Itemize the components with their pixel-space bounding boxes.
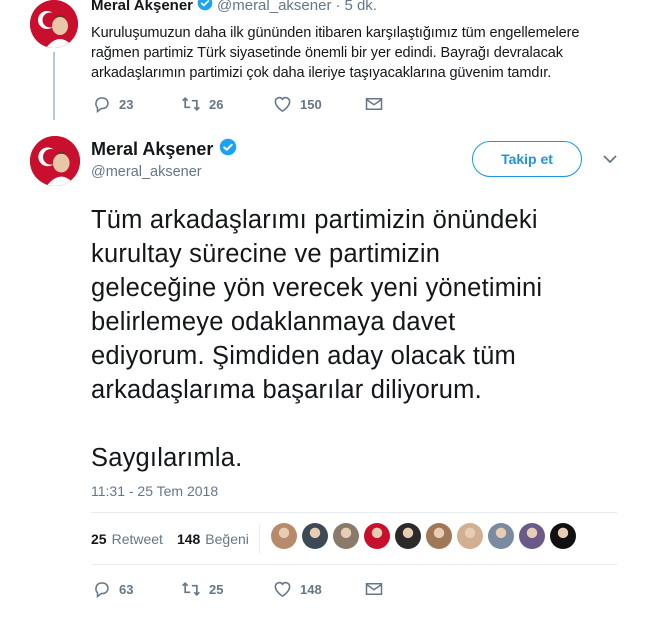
liker-avatar[interactable] bbox=[395, 523, 421, 549]
like-stat-count: 148 bbox=[176, 531, 201, 547]
tweet-text: Tüm arkadaşlarımı partimizin önündeki ku… bbox=[91, 203, 631, 475]
author-handle[interactable]: @meral_aksener bbox=[217, 0, 331, 14]
direct-message-button[interactable] bbox=[365, 96, 383, 112]
tweet-text-line: geleceğine yön verecek yeni yönetimini bbox=[91, 274, 543, 302]
engagement-stats: 25 Retweet 148 Beğeni bbox=[91, 524, 260, 554]
tweet-timestamp[interactable]: 11:31 - 25 Tem 2018 bbox=[91, 483, 218, 499]
tweet-text-line: arkadaşlarıma başarılar diliyorum. bbox=[91, 376, 482, 404]
retweet-stat-count: 25 bbox=[91, 531, 107, 547]
retweet-button[interactable]: 25 bbox=[181, 580, 245, 598]
reply-button[interactable]: 23 bbox=[93, 95, 153, 113]
reply-icon bbox=[95, 97, 109, 113]
divider bbox=[91, 564, 617, 565]
tweet-text: Kuruluşumuzun daha ilk gününden itibaren… bbox=[91, 23, 611, 83]
tweet-actions: 23 26 150 bbox=[93, 95, 411, 113]
liker-avatar[interactable] bbox=[426, 523, 452, 549]
author-name[interactable]: Meral Akşener bbox=[91, 0, 193, 14]
envelope-icon bbox=[365, 98, 383, 110]
tweet-actions: 63 25 148 bbox=[93, 580, 411, 598]
separator-dot: · bbox=[335, 0, 341, 14]
thread-connector-line bbox=[53, 52, 55, 120]
like-stat-label: Beğeni bbox=[205, 531, 249, 547]
liker-avatar[interactable] bbox=[302, 523, 328, 549]
tweet-text-line: Kuruluşumuzun daha ilk gününden itibaren… bbox=[91, 25, 580, 41]
liker-avatar[interactable] bbox=[519, 523, 545, 549]
direct-message-button[interactable] bbox=[365, 581, 383, 597]
verified-badge-icon bbox=[219, 138, 237, 161]
liker-avatar[interactable] bbox=[271, 523, 297, 549]
divider bbox=[91, 512, 617, 513]
retweet-icon bbox=[182, 96, 200, 112]
stats-separator bbox=[258, 524, 260, 554]
retweet-button[interactable]: 26 bbox=[181, 95, 245, 113]
tweet-text-line: Tüm arkadaşlarımı partimizin önündeki bbox=[91, 206, 538, 234]
liker-avatar[interactable] bbox=[488, 523, 514, 549]
like-stat[interactable]: 148 Beğeni bbox=[177, 531, 249, 547]
avatar[interactable] bbox=[30, 136, 80, 186]
liker-avatars bbox=[271, 523, 581, 549]
author-name[interactable]: Meral Akşener bbox=[91, 139, 213, 160]
heart-icon bbox=[274, 581, 291, 598]
tweet-text-line: belirlemeye odaklanmaya davet bbox=[91, 308, 456, 336]
reply-button[interactable]: 63 bbox=[93, 580, 153, 598]
liker-avatar[interactable] bbox=[550, 523, 576, 549]
reply-count: 23 bbox=[119, 96, 134, 112]
retweet-count: 25 bbox=[209, 581, 224, 597]
tweet-text-line: arkadaşlarımın partimizi çok daha ileriy… bbox=[91, 65, 552, 81]
reply-count: 63 bbox=[119, 581, 134, 597]
reply-icon bbox=[95, 582, 109, 598]
retweet-stat-label: Retweet bbox=[111, 531, 163, 547]
heart-icon bbox=[274, 96, 291, 113]
like-button[interactable]: 150 bbox=[273, 95, 337, 113]
tweet-text-line: ediyorum. Şimdiden aday olacak tüm bbox=[91, 342, 516, 370]
envelope-icon bbox=[365, 583, 383, 595]
like-button[interactable]: 148 bbox=[273, 580, 337, 598]
tweet-time[interactable]: 5 dk. bbox=[344, 0, 377, 14]
liker-avatar[interactable] bbox=[457, 523, 483, 549]
like-count: 150 bbox=[300, 96, 322, 112]
tweet-text-line: rağmen partimiz Türk siyasetinde önemli … bbox=[91, 45, 563, 61]
more-options-button[interactable] bbox=[602, 152, 618, 170]
avatar[interactable] bbox=[30, 0, 78, 48]
author-handle[interactable]: @meral_aksener bbox=[91, 164, 202, 180]
chevron-down-icon bbox=[603, 155, 617, 164]
retweet-count: 26 bbox=[209, 96, 224, 112]
retweet-stat[interactable]: 25 Retweet bbox=[91, 531, 163, 547]
verified-badge-icon bbox=[197, 0, 213, 15]
tweet-text-line: kurultay sürecine ve partimizin bbox=[91, 240, 441, 268]
like-count: 148 bbox=[300, 581, 322, 597]
liker-avatar[interactable] bbox=[364, 523, 390, 549]
tweet-text-line: Saygılarımla. bbox=[91, 444, 243, 472]
liker-avatar[interactable] bbox=[333, 523, 359, 549]
follow-button[interactable]: Takip et bbox=[472, 141, 582, 177]
retweet-icon bbox=[182, 581, 200, 597]
